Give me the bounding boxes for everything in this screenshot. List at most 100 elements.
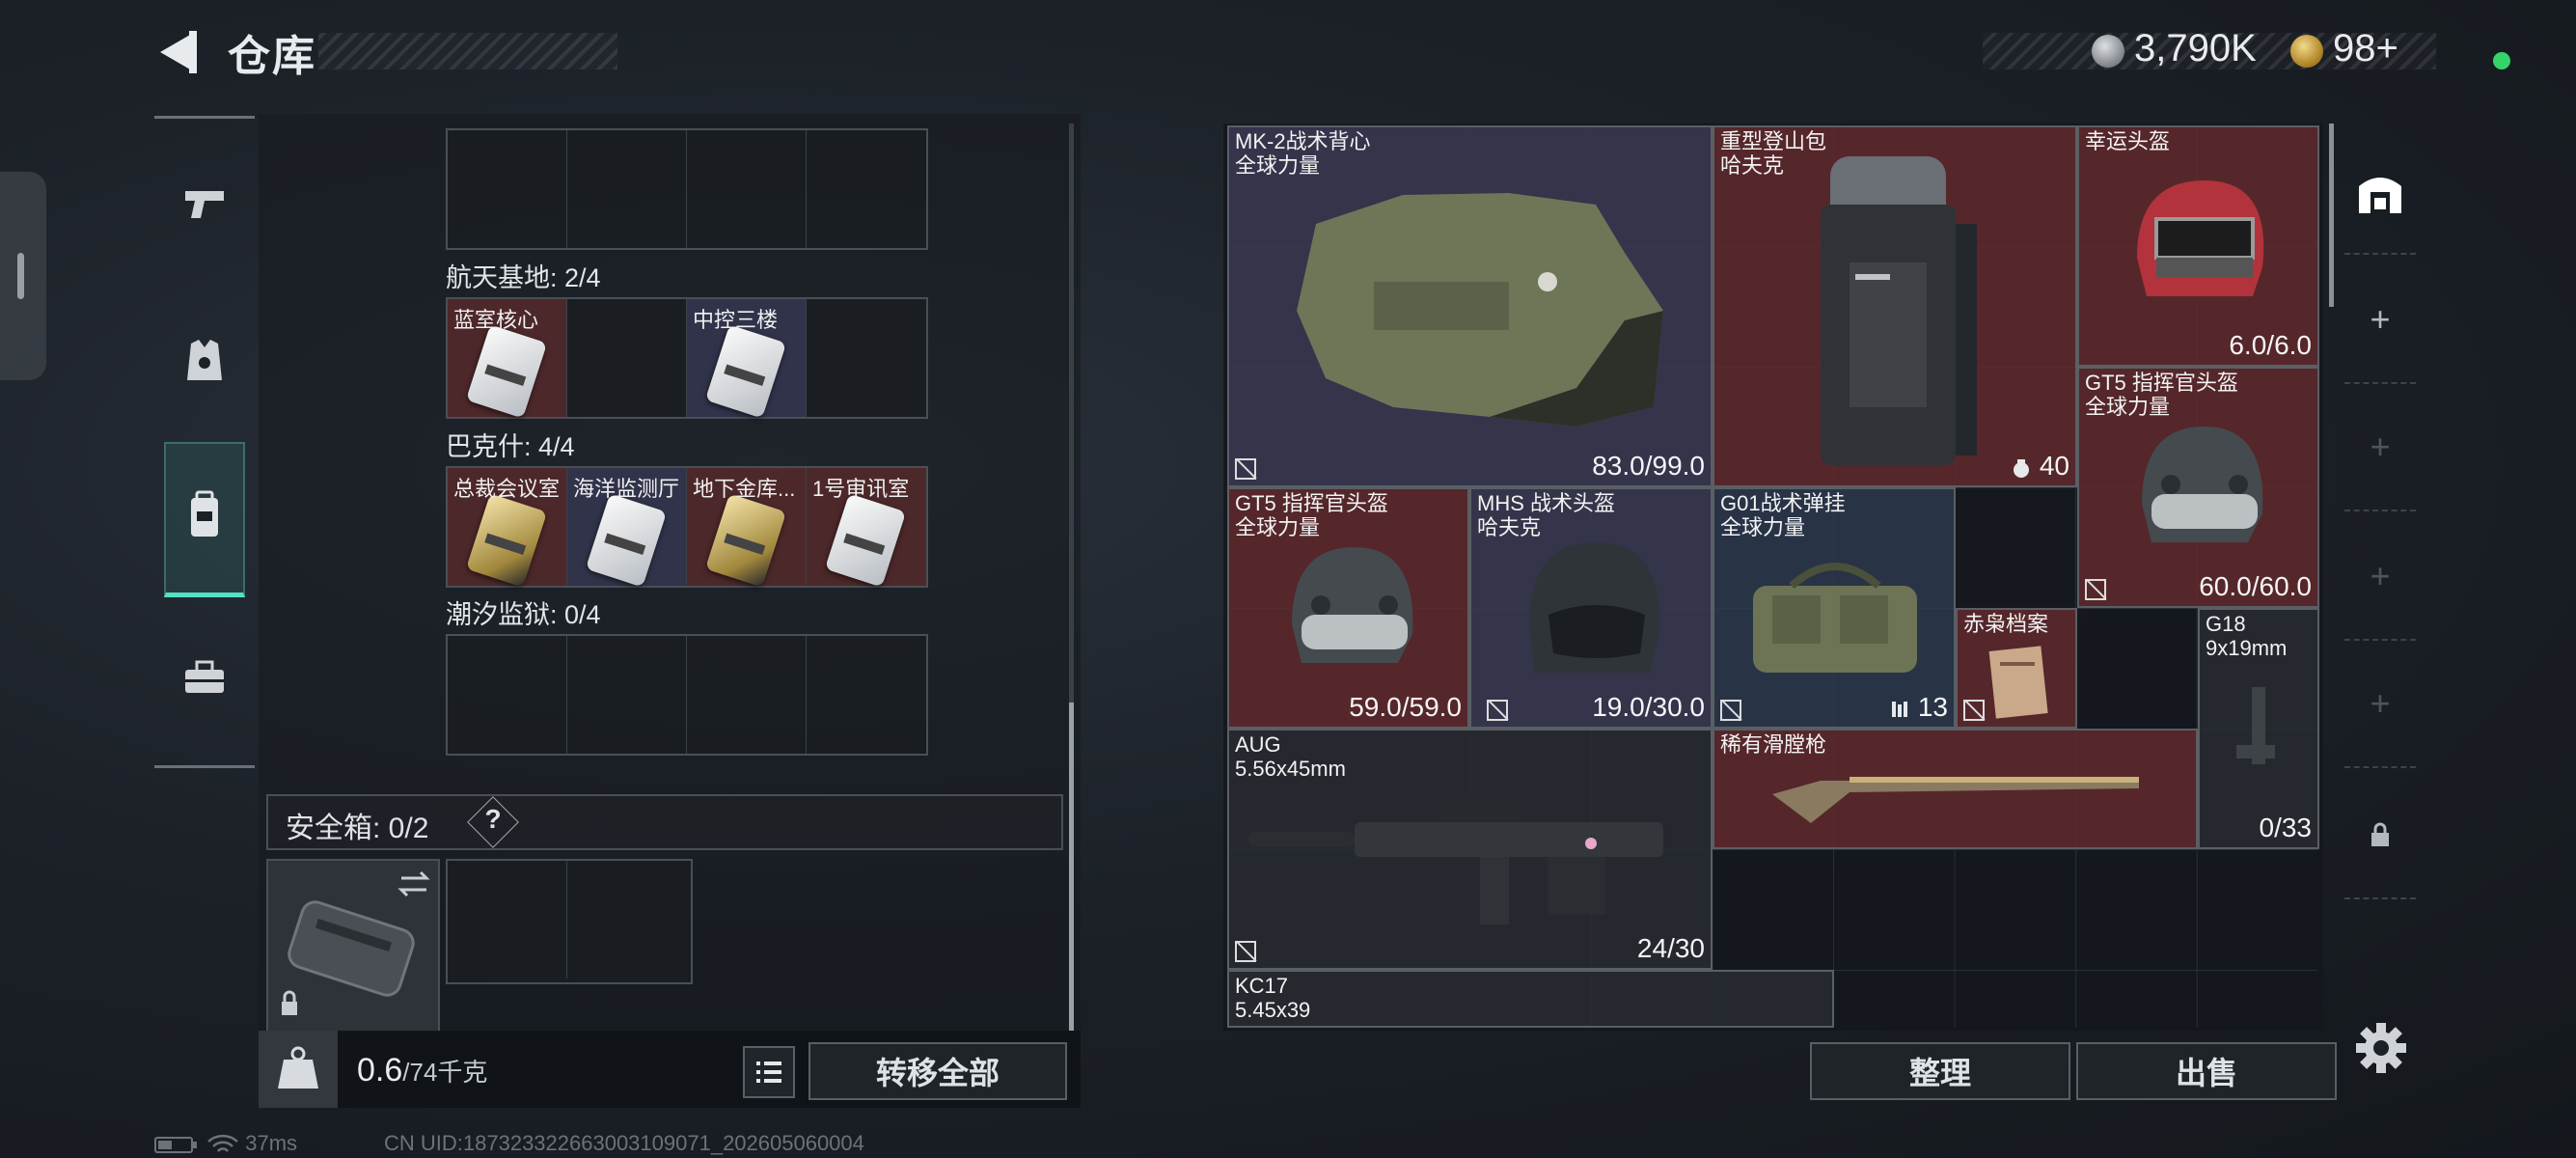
empty-slot[interactable] [807, 636, 926, 754]
rail-locked-tab[interactable] [2344, 801, 2416, 868]
item-lucky-helmet[interactable]: 幸运头盔 6.0/6.0 [2077, 125, 2319, 367]
nav-toolbox[interactable] [154, 627, 255, 728]
empty-slot[interactable] [687, 130, 807, 248]
item-capacity: 13 [1889, 692, 1948, 723]
keycard-slot[interactable]: 中控三楼 [687, 299, 807, 419]
keycard-image [704, 324, 787, 419]
musket-image [1772, 777, 2139, 823]
lock-icon [2371, 822, 2389, 846]
left-scroll-thumb[interactable] [1069, 703, 1074, 1031]
rail-add-tab[interactable]: + [2344, 286, 2416, 353]
stash-icon [2359, 178, 2401, 213]
safebox-image [282, 870, 430, 1015]
back-arrow-icon[interactable] [154, 27, 201, 77]
gt5-helmet-image [2142, 427, 2263, 542]
keycard-slot[interactable]: 总裁会议室 [448, 468, 567, 588]
rail-divider [2344, 766, 2416, 768]
sort-button[interactable]: 整理 [1810, 1042, 2070, 1100]
safebox-label: 安全箱: 0/2 [286, 813, 429, 844]
keycard-slot[interactable]: 蓝室核心 [448, 299, 567, 419]
stash-scrollbar[interactable] [2329, 124, 2334, 307]
insured-icon [1720, 700, 1741, 721]
item-durability: 83.0/99.0 [1592, 451, 1705, 481]
item-durability: 60.0/60.0 [2199, 571, 2312, 601]
item-backpack[interactable]: 重型登山包 哈夫克 40 [1713, 125, 2077, 487]
item-dossier[interactable]: 赤枭档案 [1956, 608, 2077, 729]
rail-add-tab-disabled[interactable]: + [2344, 542, 2416, 610]
rail-add-tab-disabled[interactable]: + [2344, 413, 2416, 481]
list-icon [756, 1062, 781, 1083]
token-amount[interactable]: 98+ [2333, 27, 2398, 70]
dossier-image [1988, 646, 2048, 719]
pistol-icon [185, 191, 224, 218]
transfer-all-button[interactable]: 转移全部 [808, 1042, 1067, 1100]
empty-slot[interactable] [807, 130, 926, 248]
keycard-name: 总裁会议室 [453, 477, 561, 501]
settings-gear-icon[interactable] [2354, 1021, 2408, 1075]
item-g18[interactable]: G18 9x19mm 0/33 [2198, 608, 2319, 849]
item-musket[interactable]: 稀有滑膛枪 [1713, 729, 2198, 849]
empty-slot[interactable] [567, 636, 687, 754]
empty-slot[interactable] [687, 636, 807, 754]
item-durability: 19.0/30.0 [1592, 692, 1705, 722]
insured-icon [1487, 700, 1508, 721]
keycard-row-aerospace: 蓝室核心 中控三楼 [446, 297, 928, 419]
rail-stash-tab[interactable] [2344, 158, 2416, 226]
user-uid: CN UID:18732332266300310907​1_2026050600… [384, 1131, 864, 1155]
aug-rifle-image [1248, 793, 1663, 924]
item-vest[interactable]: MK-2战术背心 全球力量 83.0/99.0 [1227, 125, 1713, 487]
keycard-name: 1号审讯室 [812, 477, 910, 501]
group-label-tidal-prison: 潮汐监狱: 0/4 [446, 600, 601, 629]
g18-pistol-image [2236, 687, 2275, 764]
item-mhs-helmet[interactable]: MHS 战术头盔 哈夫克 19.0/30.0 [1469, 487, 1713, 729]
item-g01-rig[interactable]: G01战术弹挂 全球力量 13 [1713, 487, 1956, 729]
keycard-row-baksh: 总裁会议室 海洋监测厅 地下金库... 1号审讯室 [446, 466, 928, 588]
keycard-slot[interactable]: 1号审讯室 [807, 468, 926, 588]
empty-slot[interactable] [807, 299, 926, 417]
item-durability: 6.0/6.0 [2229, 330, 2312, 360]
empty-slot[interactable] [448, 130, 567, 248]
vest-image [1297, 193, 1663, 427]
item-name: GT5 指挥官头盔 全球力量 [1235, 491, 1388, 539]
empty-slot[interactable] [567, 299, 687, 417]
safebox-slot[interactable] [266, 859, 440, 1033]
capacity-value: 40 [2039, 451, 2069, 481]
empty-slot[interactable] [448, 861, 567, 979]
nav-armor[interactable] [154, 311, 255, 411]
capacity-value: 13 [1917, 692, 1948, 722]
keycard-slot[interactable]: 地下金库... [687, 468, 807, 588]
keycard-slot[interactable]: 海洋监测厅 [567, 468, 687, 588]
nav-backpack[interactable] [154, 465, 255, 565]
rail-divider [2344, 253, 2416, 255]
keycard-name: 海洋监测厅 [573, 477, 680, 501]
empty-slot[interactable] [567, 130, 687, 248]
insured-icon [1235, 458, 1256, 480]
empty-slot[interactable] [448, 636, 567, 754]
keycard-name: 中控三楼 [693, 308, 779, 332]
help-icon[interactable]: ? [479, 804, 507, 835]
sell-button[interactable]: 出售 [2076, 1042, 2337, 1100]
item-kc17[interactable]: KC17 5.45x39 [1227, 970, 1834, 1028]
toolbox-icon [185, 660, 224, 693]
rail-divider [2344, 639, 2416, 641]
keycard-image [465, 324, 548, 419]
item-aug[interactable]: AUG 5.56x45mm 24/30 [1227, 729, 1713, 970]
nav-weapons[interactable] [154, 152, 255, 253]
item-gt5-helmet[interactable]: GT5 指挥官头盔 全球力量 60.0/60.0 [2077, 367, 2319, 608]
gt5-helmet-image [1292, 547, 1413, 663]
item-name: 稀有滑膛枪 [1720, 732, 1827, 757]
item-name: 赤枭档案 [1963, 612, 2049, 636]
item-name: AUG 5.56x45mm [1235, 732, 1346, 781]
rail-add-tab-disabled[interactable]: + [2344, 670, 2416, 737]
empty-slot[interactable] [567, 861, 687, 979]
weight-icon [278, 1046, 318, 1089]
item-gt5-helmet[interactable]: GT5 指挥官头盔 全球力量 59.0/59.0 [1227, 487, 1469, 729]
safebox-empty-slots [446, 859, 693, 984]
list-view-button[interactable] [743, 1046, 795, 1098]
item-name: 幸运头盔 [2085, 129, 2171, 153]
wifi-icon [207, 1135, 238, 1153]
group-label-aerospace: 航天基地: 2/4 [446, 263, 601, 292]
capacity-icon [2014, 458, 2030, 478]
keycard-image [824, 493, 907, 588]
page-title: 仓库 [228, 33, 316, 80]
